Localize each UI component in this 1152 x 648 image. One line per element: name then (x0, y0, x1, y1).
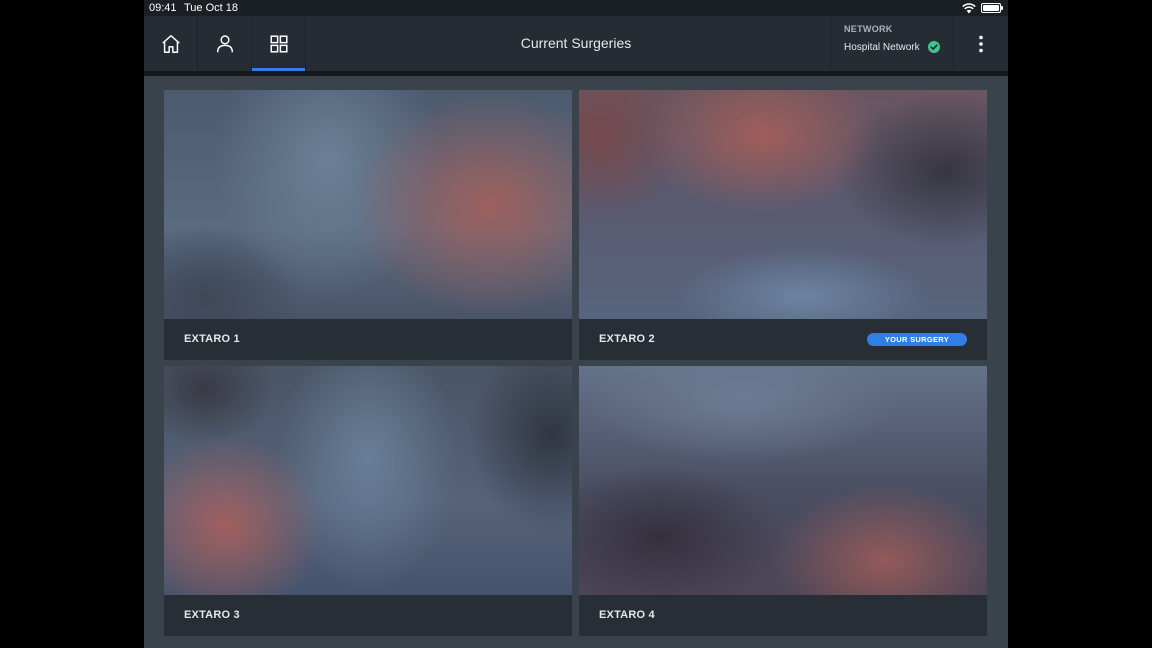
surgery-video-feed (164, 90, 572, 319)
surgery-video-feed (164, 366, 572, 595)
status-date: Tue Oct 18 (184, 2, 239, 14)
surgery-name: EXTARO 4 (599, 609, 655, 621)
surgery-tile-footer: EXTARO 4 (579, 595, 987, 636)
surgery-name: EXTARO 1 (184, 333, 240, 345)
surgery-video-feed (579, 366, 987, 595)
surgery-tile-extaro-3[interactable]: EXTARO 3 (164, 366, 572, 636)
status-bar: 09:41 Tue Oct 18 (144, 0, 1008, 16)
surgery-name: EXTARO 2 (599, 333, 655, 345)
home-icon (161, 34, 180, 53)
ipad-screen: 09:41 Tue Oct 18 Current Surgeries NETWO… (144, 0, 1008, 648)
surgery-tile-footer: EXTARO 2 YOUR SURGERY (579, 319, 987, 360)
home-button[interactable] (144, 16, 198, 71)
network-name: Hospital Network (844, 42, 920, 53)
your-surgery-badge: YOUR SURGERY (866, 333, 967, 346)
surgery-tile-extaro-4[interactable]: EXTARO 4 (579, 366, 987, 636)
network-label: NETWORK (844, 24, 893, 34)
surgery-video-feed (579, 90, 987, 319)
surgery-name: EXTARO 3 (184, 609, 240, 621)
more-vertical-icon (979, 35, 983, 52)
top-navigation-bar: Current Surgeries NETWORK Hospital Netwo… (144, 16, 1008, 76)
surgery-tile-extaro-2[interactable]: EXTARO 2 YOUR SURGERY (579, 90, 987, 360)
surgery-tile-footer: EXTARO 3 (164, 595, 572, 636)
profile-button[interactable] (198, 16, 252, 71)
surgery-tile-extaro-1[interactable]: EXTARO 1 (164, 90, 572, 360)
status-time: 09:41 (149, 2, 177, 14)
more-options-button[interactable] (954, 16, 1008, 71)
grid-icon (269, 34, 288, 53)
network-status[interactable]: NETWORK Hospital Network (830, 16, 954, 71)
page-title: Current Surgeries (520, 35, 632, 51)
surgeries-grid-button[interactable] (252, 16, 306, 71)
surgery-tile-footer: EXTARO 1 (164, 319, 572, 360)
check-circle-icon (928, 41, 940, 53)
person-icon (216, 34, 233, 52)
wifi-icon (962, 3, 976, 14)
surgeries-grid: EXTARO 1 EXTARO 2 YOUR SURGERY EXTARO 3 … (144, 76, 1008, 648)
battery-icon (981, 3, 1003, 13)
